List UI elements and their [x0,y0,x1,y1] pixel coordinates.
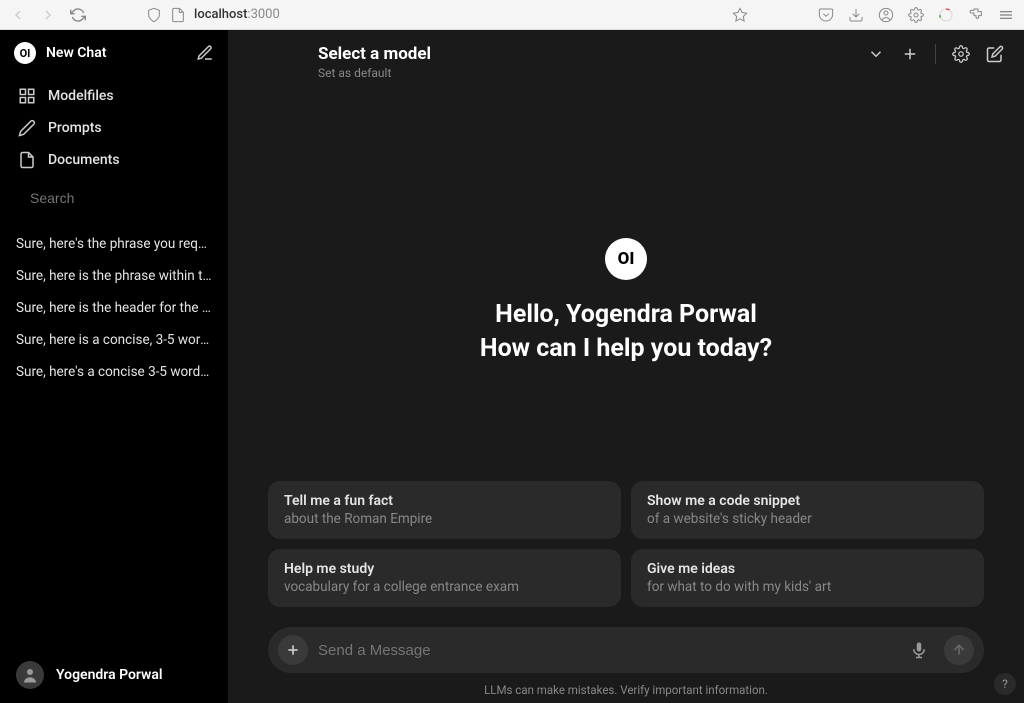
hero: OI Hello, Yogendra Porwal How can I help… [228,94,1024,469]
suggestion-sub: of a website's sticky header [647,511,968,527]
sidebar: OI New Chat Modelfiles Prompts Documents… [0,30,228,703]
hero-logo-icon: OI [605,238,647,280]
shield-icon[interactable] [146,7,162,23]
page-icon [170,7,186,23]
divider [935,44,936,64]
download-icon[interactable] [848,7,864,23]
sidebar-footer[interactable]: Yogendra Porwal [0,647,228,703]
message-input[interactable] [318,642,894,659]
document-icon [18,151,36,169]
suggestion-card[interactable]: Give me ideas for what to do with my kid… [631,549,984,607]
sidebar-item-prompts[interactable]: Prompts [0,112,228,144]
suggestion-sub: about the Roman Empire [284,511,605,527]
new-chat-label: New Chat [46,45,186,61]
menu-icon[interactable] [998,7,1014,23]
browser-forward-icon[interactable] [40,7,56,23]
model-selector: Select a model Set as default [318,44,853,80]
spinner-icon[interactable] [938,7,954,23]
main: Select a model Set as default OI Hello, … [228,30,1024,703]
history-item[interactable]: Sure, here's a concise 3-5 word pl [0,356,228,388]
history-item[interactable]: Sure, here is a concise, 3-5 word p [0,324,228,356]
browser-reload-icon[interactable] [70,7,86,23]
history-item[interactable]: Sure, here is the phrase within the [0,260,228,292]
browser-url: localhost:3000 [194,7,280,22]
browser-nav [10,7,86,23]
history-item[interactable]: Sure, here's the phrase you requested [0,228,228,260]
pocket-icon[interactable] [818,7,834,23]
extensions-icon[interactable] [968,7,984,23]
browser-right-icons [818,7,1014,23]
compose-icon[interactable] [986,45,1004,63]
edit-icon[interactable] [196,44,214,62]
attach-button[interactable] [278,635,308,665]
sidebar-nav: Modelfiles Prompts Documents [0,76,228,180]
search-input[interactable] [30,190,211,206]
sidebar-item-label: Modelfiles [48,88,114,104]
pencil-icon [18,119,36,137]
help-button[interactable]: ? [994,673,1016,695]
settings-icon[interactable] [952,45,970,63]
suggestion-card[interactable]: Tell me a fun fact about the Roman Empir… [268,481,621,539]
sidebar-item-label: Prompts [48,120,102,136]
account-icon[interactable] [878,7,894,23]
sidebar-item-label: Documents [48,152,120,168]
suggestion-card[interactable]: Show me a code snippet of a website's st… [631,481,984,539]
grid-icon [18,87,36,105]
suggestion-title: Tell me a fun fact [284,493,605,509]
composer-input[interactable] [268,627,984,673]
model-title: Select a model [318,44,853,64]
sidebar-item-modelfiles[interactable]: Modelfiles [0,80,228,112]
suggestion-sub: vocabulary for a college entrance exam [284,579,605,595]
chevron-down-icon[interactable] [867,45,885,63]
gear-icon[interactable] [908,7,924,23]
composer [228,619,1024,679]
sidebar-header[interactable]: OI New Chat [0,30,228,76]
suggestion-title: Help me study [284,561,605,577]
mic-icon[interactable] [904,635,934,665]
avatar [16,661,44,689]
suggestion-title: Give me ideas [647,561,968,577]
suggestions: Tell me a fun fact about the Roman Empir… [228,469,1024,619]
send-button[interactable] [944,635,974,665]
set-default-button[interactable]: Set as default [318,66,853,80]
disclaimer: LLMs can make mistakes. Verify important… [228,679,1024,703]
logo-icon: OI [14,42,36,64]
browser-toolbar: localhost:3000 [0,0,1024,30]
sidebar-item-documents[interactable]: Documents [0,144,228,176]
browser-back-icon[interactable] [10,7,26,23]
chat-history: Sure, here's the phrase you requested Su… [0,216,228,400]
main-header: Select a model Set as default [228,30,1024,94]
hero-title: Hello, Yogendra Porwal How can I help yo… [480,298,772,366]
suggestion-sub: for what to do with my kids' art [647,579,968,595]
browser-url-bar[interactable]: localhost:3000 [136,7,758,23]
app: OI New Chat Modelfiles Prompts Documents… [0,30,1024,703]
search-row[interactable] [0,180,228,216]
plus-icon[interactable] [901,45,919,63]
history-item[interactable]: Sure, here is the header for the qu [0,292,228,324]
suggestion-card[interactable]: Help me study vocabulary for a college e… [268,549,621,607]
star-icon[interactable] [732,7,748,23]
header-actions [867,44,1004,64]
user-name: Yogendra Porwal [56,667,163,683]
suggestion-title: Show me a code snippet [647,493,968,509]
